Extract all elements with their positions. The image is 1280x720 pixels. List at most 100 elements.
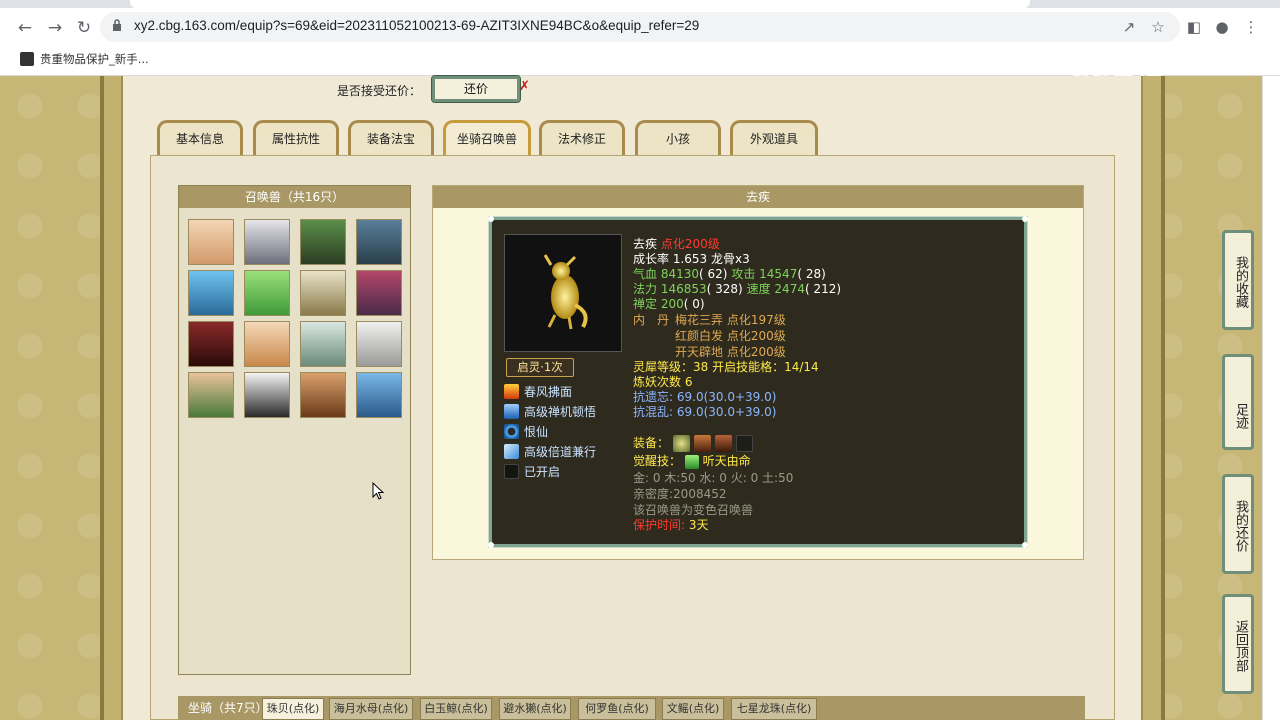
- bookmark-item[interactable]: 贵重物品保护_新手...: [20, 51, 149, 67]
- skill-row[interactable]: 高级倍道兼行: [504, 443, 596, 460]
- pet-name-line: 去疾 点化200级: [633, 237, 720, 252]
- mount-tab[interactable]: 避水獭(点化): [499, 698, 571, 720]
- share-icon[interactable]: ↗: [1119, 17, 1139, 37]
- skill-name: 高级禅机顿悟: [524, 405, 597, 419]
- bookmark-favicon-icon: [20, 52, 34, 66]
- pet-thumb-1[interactable]: [188, 219, 234, 265]
- hp-value: 84130: [660, 267, 700, 281]
- skill-row[interactable]: 恨仙: [504, 423, 548, 440]
- zen-sub: ( 0): [683, 297, 705, 311]
- spd-sub: ( 212): [804, 282, 842, 296]
- tab-children[interactable]: 小孩: [635, 120, 721, 156]
- wind-icon: [504, 444, 519, 459]
- spd-value: 2474: [774, 282, 805, 296]
- card-corner: [1022, 542, 1028, 548]
- skill-row[interactable]: 高级禅机顿悟: [504, 403, 596, 420]
- pet-thumb-6[interactable]: [244, 270, 290, 316]
- card-corner: [1022, 216, 1028, 222]
- forward-icon[interactable]: →: [44, 17, 66, 39]
- skill-row[interactable]: 已开启: [504, 463, 560, 480]
- mp-spd-line: 法力 146853( 328) 速度 2474( 212): [633, 282, 841, 297]
- my-favorites-button[interactable]: 我的收藏: [1222, 230, 1254, 330]
- variant-note: 该召唤兽为变色召唤兽: [633, 503, 754, 517]
- pet-thumb-13[interactable]: [188, 372, 234, 418]
- awaken-label: 觉醒技：: [633, 454, 682, 468]
- pet-thumb-12[interactable]: [356, 321, 402, 367]
- leaf-icon: [684, 454, 699, 469]
- hp-atk-line: 气血 84130( 62) 攻击 14547( 28): [633, 267, 826, 282]
- tab-mounts-pets[interactable]: 坐骑召唤兽: [443, 120, 531, 156]
- fire-icon: [504, 384, 519, 399]
- pet-thumb-2[interactable]: [244, 219, 290, 265]
- tab-spell-correction[interactable]: 法术修正: [539, 120, 625, 156]
- pet-thumb-9[interactable]: [188, 321, 234, 367]
- equip-slot-icon[interactable]: [673, 435, 690, 452]
- active-browser-tab[interactable]: [130, 0, 1030, 8]
- mount-tab[interactable]: 七星龙珠(点化): [731, 698, 817, 720]
- tab-attributes[interactable]: 属性抗性: [253, 120, 339, 156]
- mount-tab[interactable]: 文鳐(点化): [662, 698, 724, 720]
- neidan-item: 红颜白发 点化200级: [675, 329, 786, 343]
- pet-evolve-level: 点化200级: [660, 237, 720, 251]
- pet-thumb-11[interactable]: [300, 321, 346, 367]
- card-corner: [488, 216, 494, 222]
- mount-tab[interactable]: 海月水母(点化): [329, 698, 413, 720]
- pet-thumb-4[interactable]: [356, 219, 402, 265]
- pet-thumb-5[interactable]: [188, 270, 234, 316]
- equip-slot-icon[interactable]: [694, 435, 711, 452]
- neidan-label: 内 丹: [633, 313, 670, 327]
- my-offer-button[interactable]: 我的还价: [1222, 474, 1254, 574]
- mount-tab[interactable]: 何罗鱼(点化): [578, 698, 656, 720]
- growth-rate: 成长率 1.653 龙骨x3: [633, 252, 750, 266]
- menu-icon[interactable]: ⋮: [1241, 17, 1261, 37]
- ring-icon: [504, 424, 519, 439]
- pet-name: 去疾: [633, 237, 658, 251]
- hp-sub: ( 62): [699, 267, 728, 281]
- lingxi-level: 灵犀等级：38 开启技能格：14/14: [633, 360, 819, 374]
- mp-value: 146853: [660, 282, 707, 296]
- pet-detail-title: 去疾: [433, 186, 1083, 208]
- mouse-cursor-icon: [372, 482, 384, 500]
- pet-thumb-8[interactable]: [356, 270, 402, 316]
- star-icon[interactable]: ☆: [1148, 17, 1168, 37]
- tab-equipment[interactable]: 装备法宝: [348, 120, 434, 156]
- skill-name: 已开启: [524, 465, 561, 479]
- mount-tab[interactable]: 珠贝(点化): [262, 698, 324, 720]
- profile-icon[interactable]: ●: [1212, 17, 1232, 37]
- hp-label: 气血: [633, 267, 658, 281]
- awaken-line: 觉醒技： 听天由命: [633, 454, 751, 469]
- footprint-button[interactable]: 足迹: [1222, 354, 1254, 450]
- pet-portrait: [504, 234, 622, 352]
- pets-panel-title: 召唤兽（共16只）: [179, 186, 410, 208]
- zen-label: 禅定: [633, 297, 658, 311]
- back-to-top-button[interactable]: 返回顶部: [1222, 594, 1254, 694]
- bookmark-label: 贵重物品保护_新手...: [40, 52, 149, 66]
- url-text[interactable]: xy2.cbg.163.com/equip?s=69&eid=202311052…: [134, 18, 699, 33]
- pet-thumb-10[interactable]: [244, 321, 290, 367]
- adjacent-window-strip: [1262, 76, 1280, 720]
- tab-appearance[interactable]: 外观道具: [730, 120, 818, 156]
- golden-dragon-icon: [543, 254, 588, 330]
- pet-thumb-16[interactable]: [356, 372, 402, 418]
- mount-tab[interactable]: 白玉鲸(点化): [420, 698, 492, 720]
- reload-icon[interactable]: ↻: [73, 17, 95, 39]
- skill-row[interactable]: 春风拂面: [504, 383, 572, 400]
- sidepanel-icon[interactable]: ◧: [1184, 17, 1204, 37]
- pet-thumb-3[interactable]: [300, 219, 346, 265]
- equip-slot-icon[interactable]: [736, 435, 753, 452]
- pet-thumb-15[interactable]: [300, 372, 346, 418]
- make-offer-button[interactable]: 还价: [431, 75, 521, 103]
- equip-label: 装备：: [633, 436, 670, 450]
- equip-slot-icon[interactable]: [715, 435, 732, 452]
- tab-strip: [0, 0, 1280, 8]
- intimacy: 亲密度:2008452: [633, 487, 727, 501]
- skill-name: 高级倍道兼行: [524, 445, 597, 459]
- address-bar[interactable]: xy2.cbg.163.com/equip?s=69&eid=202311052…: [100, 12, 1180, 42]
- pet-thumb-14[interactable]: [244, 372, 290, 418]
- slot-icon: [504, 464, 519, 479]
- protect-line: 保护时间: 3天: [633, 518, 709, 533]
- pet-thumb-7[interactable]: [300, 270, 346, 316]
- back-icon[interactable]: ←: [14, 17, 36, 39]
- atk-label: 攻击: [731, 267, 756, 281]
- tab-basic-info[interactable]: 基本信息: [157, 120, 243, 156]
